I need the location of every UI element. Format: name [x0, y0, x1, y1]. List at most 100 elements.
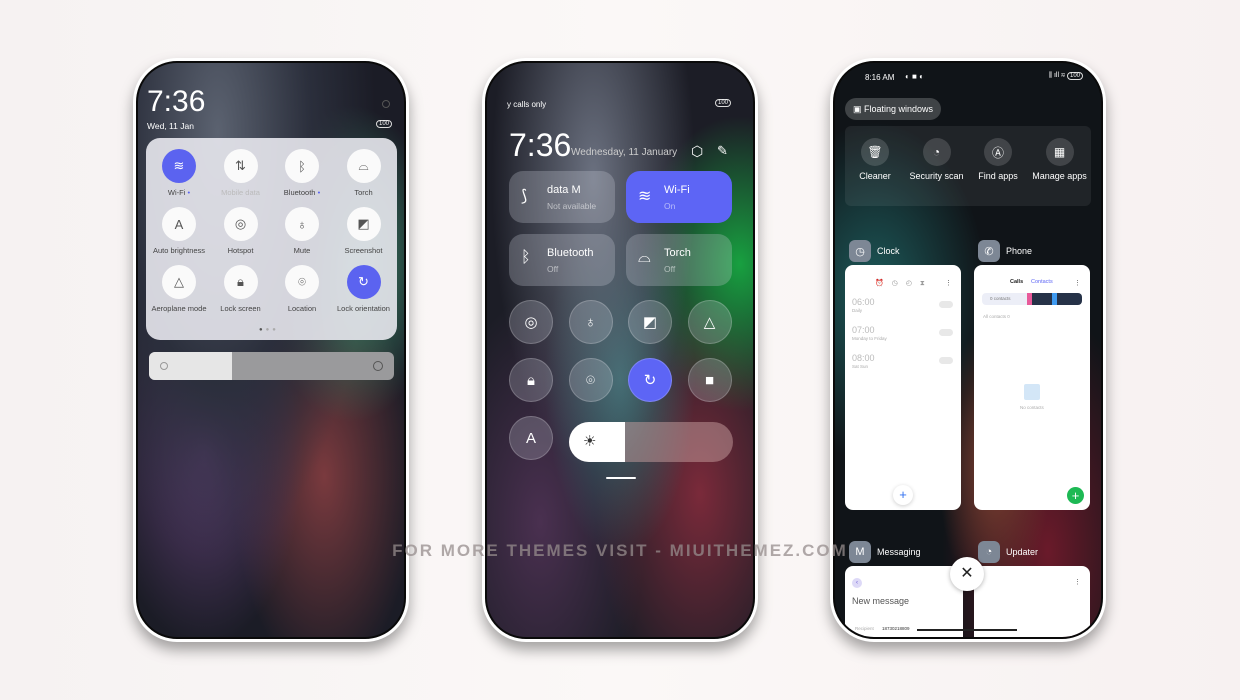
toggle-mobile-data[interactable]: ⇅ Mobile data [210, 149, 272, 197]
brightness-slider[interactable]: ☀ [569, 422, 733, 462]
all-contacts-count: All contacts 0 [983, 314, 1010, 319]
toggle-screenshot[interactable]: ◩ Screenshot [333, 207, 395, 255]
tile-name: Bluetooth [547, 247, 594, 259]
tool-icon: Ⓐ [984, 138, 1012, 166]
toggle-lock-orientation[interactable]: ↻ Lock orientation [333, 265, 395, 313]
alarm-time: 08:00 [852, 353, 875, 363]
phone-app-card[interactable]: Calls Contacts ⋮ 0 contacts All contacts… [974, 265, 1090, 510]
tile-state: Off [547, 264, 559, 274]
home-indicator[interactable] [606, 477, 636, 479]
screenshot-button[interactable]: ◩ [628, 300, 672, 344]
more-icon[interactable]: ⋮ [1074, 279, 1081, 287]
tool-manage-apps[interactable]: ▦ Manage apps [1030, 138, 1090, 182]
rotation-lock-button[interactable]: ↻ [628, 358, 672, 402]
aeroplane-button[interactable]: △ [687, 300, 732, 344]
home-indicator[interactable] [917, 629, 1017, 631]
bell-icon: ♁ [584, 313, 597, 331]
toggle-bluetooth[interactable]: ᛒ Bluetooth • [271, 149, 333, 197]
alarm-time: 07:00 [852, 325, 875, 335]
tool-label: Find apps [978, 171, 1018, 181]
lock-icon: 🔒︎ [527, 371, 535, 389]
toggle-label: Mobile data [221, 188, 260, 197]
tile-0[interactable]: ⟆ data M Not available [509, 171, 615, 223]
alarm-toggle[interactable] [939, 357, 953, 364]
toggle-label: Lock screen [220, 304, 261, 313]
more-icon[interactable]: ⋮ [945, 279, 952, 287]
watermark: FOR MORE THEMES VISIT - MIUITHEMEZ.COM [392, 541, 848, 560]
toggle-mute[interactable]: ♁ Mute [271, 207, 333, 255]
alarm-time: 06:00 [852, 297, 875, 307]
location-button[interactable]: ⌾ [568, 358, 613, 402]
tool-label: Manage apps [1032, 171, 1087, 181]
aeroplane-icon: △ [703, 314, 716, 331]
hotspot-button[interactable]: ◎ [509, 300, 553, 344]
alarm-toggle[interactable] [939, 301, 953, 308]
clock-time: 7:36 [509, 127, 572, 163]
close-all-button[interactable]: ✕ [950, 557, 984, 591]
toggle-torch[interactable]: ⌓ Torch [333, 149, 395, 197]
toggle-wi-fi[interactable]: ≋ Wi-Fi • [148, 149, 210, 197]
date: Wednesday, 11 January [571, 147, 678, 158]
toggle-aeroplane-mode[interactable]: △ Aeroplane mode [148, 265, 210, 313]
add-alarm-button[interactable]: + [893, 485, 913, 505]
toggle-lock-screen[interactable]: 🔒︎ Lock screen [210, 265, 272, 313]
tool-find-apps[interactable]: Ⓐ Find apps [968, 138, 1028, 182]
edit-icon[interactable]: ✎ [717, 143, 728, 159]
sun-icon: ☀ [583, 433, 597, 450]
status-time: 8:16 AM [865, 73, 895, 82]
settings-icon[interactable] [382, 100, 390, 108]
tool-label: Cleaner [859, 171, 891, 181]
tile-2[interactable]: ᛒ Bluetooth Off [509, 234, 615, 286]
toggle-label: Lock orientation [337, 304, 390, 313]
battery-icon: 100 [714, 99, 731, 107]
toggle-hotspot[interactable]: ◎ Hotspot [210, 207, 272, 255]
active-dot: • [315, 188, 321, 197]
brightness-slider[interactable] [149, 352, 394, 380]
contacts-chip[interactable]: 0 contacts [982, 293, 1082, 305]
screenshot-icon: ◩ [642, 314, 658, 331]
brightness-low-icon [160, 362, 168, 370]
toggle-label: Torch [354, 188, 373, 197]
tool-security-scan[interactable]: ◔ Security scan [907, 138, 967, 182]
floating-windows-button[interactable]: ▣ Floating windows [845, 98, 942, 120]
app-header-phone[interactable]: ✆ Phone [978, 240, 1032, 262]
toggle-location[interactable]: ⌾ Location [271, 265, 333, 313]
wifi-icon: ≋ [162, 149, 196, 183]
tile-state: Off [664, 264, 676, 274]
toggle-label: Bluetooth • [283, 188, 321, 197]
auto-brightness-button[interactable]: A [509, 416, 553, 460]
clock-tabs: ⏰◷◴⧗ [875, 280, 933, 287]
screenshot-icon: ◩ [346, 207, 381, 241]
toggle-label: Mute [293, 246, 311, 255]
app-header-clock[interactable]: ◷ Clock [849, 240, 900, 262]
tile-icon: ⟆ [521, 188, 528, 205]
video-camera-button[interactable]: ■ [687, 358, 732, 402]
alarm-repeat: Monday to Friday [852, 336, 887, 341]
tile-1[interactable]: ≋ Wi-Fi On [626, 171, 732, 223]
phone-app-icon: ✆ [978, 240, 1000, 262]
toggle-auto-brightness[interactable]: A Auto brightness [148, 207, 210, 255]
empty-contacts-text: No contacts [1020, 405, 1044, 410]
recipient-value: 18730218809 [882, 626, 910, 631]
back-icon[interactable]: ‹ [852, 578, 862, 588]
bluetooth-icon: ᛒ [285, 149, 319, 183]
tab-calls[interactable]: Calls [1010, 279, 1023, 285]
alarm-toggle[interactable] [939, 329, 953, 336]
tool-cleaner[interactable]: 🗑︎ Cleaner [845, 138, 905, 182]
tab-contacts[interactable]: Contacts [1031, 279, 1053, 285]
tool-label: Security scan [909, 171, 964, 181]
bell-button[interactable]: ♁ [568, 300, 613, 344]
quick-toggles-panel: ≋ Wi-Fi • ⇅ Mobile data ᛒ Bluetooth • ⌓ Torch A A… [146, 138, 397, 340]
tile-3[interactable]: ⌓ Torch Off [626, 234, 732, 286]
signal-wifi-icons: ⫼ ıll ≋ 100 [1049, 72, 1083, 80]
settings-icon[interactable]: ⬡ [691, 143, 703, 160]
tile-icon: ᛒ [521, 249, 531, 266]
contact-placeholder-icon [1024, 384, 1040, 400]
clock-app-card[interactable]: ⏰◷◴⧗ ⋮ 06:00 Daily 07:00 Monday to Friday 08… [845, 265, 961, 510]
toggle-label: Auto brightness [152, 246, 206, 255]
lock-button[interactable]: 🔒︎ [509, 358, 553, 402]
alarm-repeat: Daily [852, 308, 863, 313]
more-icon[interactable]: ⋮ [1074, 578, 1081, 586]
add-contact-button[interactable]: + [1067, 487, 1084, 504]
auto-brightness-icon: A [525, 429, 536, 447]
